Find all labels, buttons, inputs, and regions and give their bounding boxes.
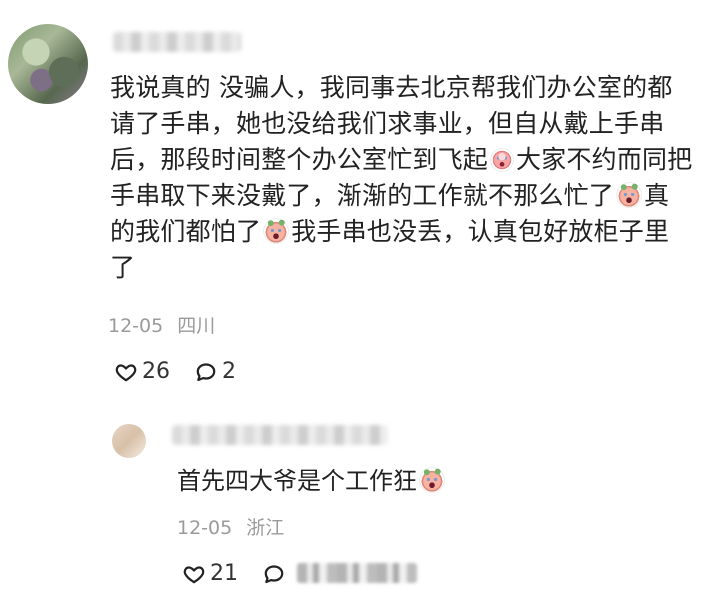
watermark-blurred <box>297 563 417 583</box>
heart-icon <box>114 360 138 384</box>
username-blurred[interactable] <box>172 425 388 445</box>
emoji-icon <box>263 218 290 244</box>
avatar[interactable] <box>8 24 88 104</box>
comment-icon <box>194 360 218 384</box>
like-button[interactable]: 26 <box>114 358 170 386</box>
reply-content: 首先四大爷是个工作狂 <box>177 466 447 496</box>
reply-actions: 21 <box>182 560 314 588</box>
username-blurred[interactable] <box>113 32 241 52</box>
reply-count: 2 <box>222 359 236 384</box>
avatar[interactable] <box>112 424 146 458</box>
reply-button[interactable]: 2 <box>194 358 236 386</box>
reply-location: 浙江 <box>246 517 285 539</box>
reply-meta: 12-05 浙江 <box>177 516 284 540</box>
reply-button[interactable] <box>262 562 290 586</box>
comment-icon <box>262 562 286 586</box>
comment-date: 12-05 <box>108 315 164 337</box>
reply-date: 12-05 <box>177 517 233 539</box>
comment-content: 我说真的 没骗人，我同事去北京帮我们办公室的都请了手串，她也没给我们求事业，但自… <box>110 70 694 286</box>
comment-location: 四川 <box>177 315 216 337</box>
emoji-icon <box>419 467 445 493</box>
like-button[interactable]: 21 <box>182 560 238 588</box>
heart-icon <box>182 562 206 586</box>
comment-actions: 26 2 <box>114 358 260 386</box>
emoji-icon <box>490 148 515 172</box>
emoji-icon <box>616 182 643 208</box>
like-count: 21 <box>210 561 238 586</box>
like-count: 26 <box>142 359 170 384</box>
reply-text: 首先四大爷是个工作狂 <box>177 467 417 495</box>
comment-meta: 12-05 四川 <box>108 314 215 338</box>
